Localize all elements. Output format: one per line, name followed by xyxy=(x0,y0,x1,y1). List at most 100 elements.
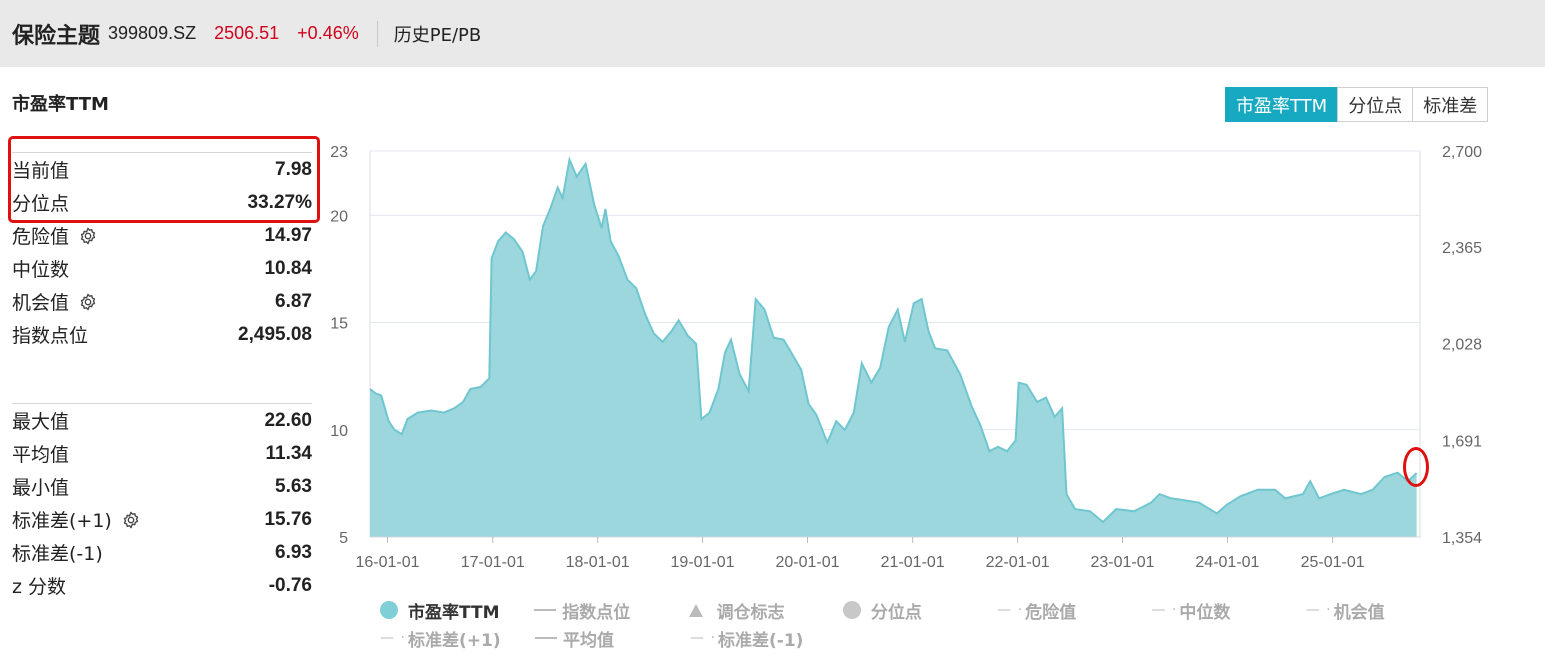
stat-value: 6.87 xyxy=(275,290,312,312)
legend-triangle-icon xyxy=(688,603,717,617)
section-title: 市盈率TTM xyxy=(12,94,109,115)
legend-label: 调仓标志 xyxy=(716,602,785,623)
legend-dashdot-icon: — · xyxy=(997,602,1024,618)
gear-icon[interactable] xyxy=(122,511,140,529)
legend-dot-icon xyxy=(842,601,871,619)
x-tick-label: 21-01-01 xyxy=(881,554,945,571)
stat-value: 10.84 xyxy=(264,257,312,279)
legend-item[interactable]: 指数点位 xyxy=(534,598,688,623)
legend-label: 中位数 xyxy=(1179,602,1231,623)
stat-label: 标准差(+1) xyxy=(12,506,140,533)
legend-item[interactable]: — · 标准差(-1) xyxy=(690,626,845,651)
legend-label: 指数点位 xyxy=(562,602,631,623)
legend-dot-icon xyxy=(380,601,408,619)
stat-label-text: z 分数 xyxy=(12,576,67,598)
stat-top-row: 危险值 14.97 xyxy=(12,219,312,252)
stat-label-text: 标准差(+1) xyxy=(12,510,112,532)
stat-label: 指数点位 xyxy=(12,321,88,348)
metric-button[interactable]: 市盈率TTM xyxy=(1225,87,1339,122)
legend-row: — · 标准差(+1) 平均值 — · 标准差(-1) xyxy=(380,624,1460,652)
stat-top-row: 指数点位 2,495.08 xyxy=(12,318,312,351)
x-tick-label: 22-01-01 xyxy=(986,554,1050,571)
legend-label: 分位点 xyxy=(870,602,922,623)
x-tick-label: 20-01-01 xyxy=(775,554,839,571)
legend-label: 市盈率TTM xyxy=(408,602,500,623)
legend-dashdot-icon: — · xyxy=(1305,602,1332,618)
highlight-box xyxy=(8,136,320,223)
stat-label: 平均值 xyxy=(12,440,69,467)
legend-dashdot-icon: — · xyxy=(1151,602,1178,618)
index-code: 399809.SZ xyxy=(108,23,197,43)
legend-item[interactable]: — · 中位数 xyxy=(1151,598,1305,623)
stat-bottom-row: 标准差(+1) 15.76 xyxy=(12,503,312,536)
stat-top-row: 机会值 6.87 xyxy=(12,285,312,318)
stat-label: 危险值 xyxy=(12,222,97,249)
chart-y-axis-right: 2,700 2,365 2,028 1,691 1,354 xyxy=(1442,144,1482,547)
legend-label: 标准差(+1) xyxy=(408,630,501,651)
chart-legend: 市盈率TTM 指数点位 调仓标志 分位点 — · 危险值 — · 中位数 — · 机会值 — · 标准… xyxy=(380,596,1460,652)
stat-bottom-row: 标准差(-1) 6.93 xyxy=(12,536,312,569)
stat-top-row: 中位数 10.84 xyxy=(12,252,312,285)
gear-icon[interactable] xyxy=(79,293,97,311)
stat-bottom-row: 最大值 22.60 xyxy=(12,404,312,437)
x-tick-label: 24-01-01 xyxy=(1195,554,1259,571)
stat-label: 标准差(-1) xyxy=(12,539,103,566)
header-bar: 保险主题 399809.SZ 2506.51 +0.46% 历史PE/PB xyxy=(0,0,1545,67)
legend-dashdot-icon: — · xyxy=(690,630,716,646)
stat-value: 2,495.08 xyxy=(238,323,312,345)
stat-label-text: 最大值 xyxy=(12,411,70,433)
chart-y-axis-left: 23 20 15 10 5 xyxy=(330,144,348,547)
legend-item[interactable]: 平均值 xyxy=(535,626,690,651)
legend-item[interactable]: — · 机会值 xyxy=(1306,598,1460,623)
y2-tick-label: 2,700 xyxy=(1442,144,1482,161)
legend-row: 市盈率TTM 指数点位 调仓标志 分位点 — · 危险值 — · 中位数 — · 机会值 xyxy=(380,596,1460,624)
stat-value: 5.63 xyxy=(275,475,312,497)
chart-x-axis: 16-01-01 17-01-01 18-01-01 19-01-01 20-01-01… xyxy=(356,537,1365,571)
stat-value: 22.60 xyxy=(264,409,312,431)
legend-item[interactable]: — · 危险值 xyxy=(997,598,1151,623)
stat-value: -0.76 xyxy=(268,574,312,596)
legend-label: 标准差(-1) xyxy=(718,630,804,651)
stats-summary-bottom: 最大值 22.60 平均值 11.34 最小值 5.63 标准差(+1) 15.76 标准差(-… xyxy=(12,403,312,602)
stat-label: 中位数 xyxy=(12,255,69,282)
stat-label: z 分数 xyxy=(12,572,66,599)
stat-label: 最小值 xyxy=(12,473,69,500)
index-name: 保险主题 xyxy=(12,23,101,49)
stat-label-text: 指数点位 xyxy=(12,325,89,347)
stat-value: 6.93 xyxy=(275,541,312,563)
tab-history-pe-pb[interactable]: 历史PE/PB xyxy=(394,21,482,47)
index-price: 2506.51 xyxy=(214,23,280,43)
stat-label-text: 中位数 xyxy=(12,259,70,281)
metric-button[interactable]: 标准差 xyxy=(1412,87,1489,122)
legend-item[interactable]: — · 标准差(+1) xyxy=(380,626,535,651)
metric-button[interactable]: 分位点 xyxy=(1337,87,1414,122)
stat-label-text: 机会值 xyxy=(12,292,70,314)
legend-item[interactable]: 分位点 xyxy=(842,598,997,623)
legend-dashdot-icon: — · xyxy=(380,630,406,646)
legend-item[interactable]: 调仓标志 xyxy=(688,598,843,623)
stat-label-text: 最小值 xyxy=(12,477,70,499)
y-tick-label: 10 xyxy=(330,423,348,440)
stat-label-text: 标准差(-1) xyxy=(12,543,103,565)
stat-value: 11.34 xyxy=(265,442,313,464)
legend-label: 平均值 xyxy=(563,630,614,651)
y2-tick-label: 2,028 xyxy=(1442,337,1482,354)
chart-area-series xyxy=(369,156,1420,538)
x-tick-label: 25-01-01 xyxy=(1301,554,1365,571)
gear-icon[interactable] xyxy=(79,227,97,245)
y2-tick-label: 2,365 xyxy=(1442,240,1482,257)
highlight-circle xyxy=(1403,447,1429,487)
metric-toggle-group: 市盈率TTM 分位点 标准差 xyxy=(1225,87,1489,122)
y-tick-label: 5 xyxy=(339,530,348,547)
index-change: +0.46% xyxy=(297,23,359,43)
stat-value: 14.97 xyxy=(264,224,312,246)
pe-area-fill xyxy=(370,159,1417,537)
y2-tick-label: 1,691 xyxy=(1442,433,1482,450)
stat-bottom-row: z 分数 -0.76 xyxy=(12,569,312,602)
stat-bottom-row: 最小值 5.63 xyxy=(12,470,312,503)
x-tick-label: 19-01-01 xyxy=(671,554,735,571)
x-tick-label: 17-01-01 xyxy=(461,554,525,571)
legend-line-icon xyxy=(535,637,563,639)
y-tick-label: 20 xyxy=(330,208,348,225)
legend-item[interactable]: 市盈率TTM xyxy=(380,598,534,623)
